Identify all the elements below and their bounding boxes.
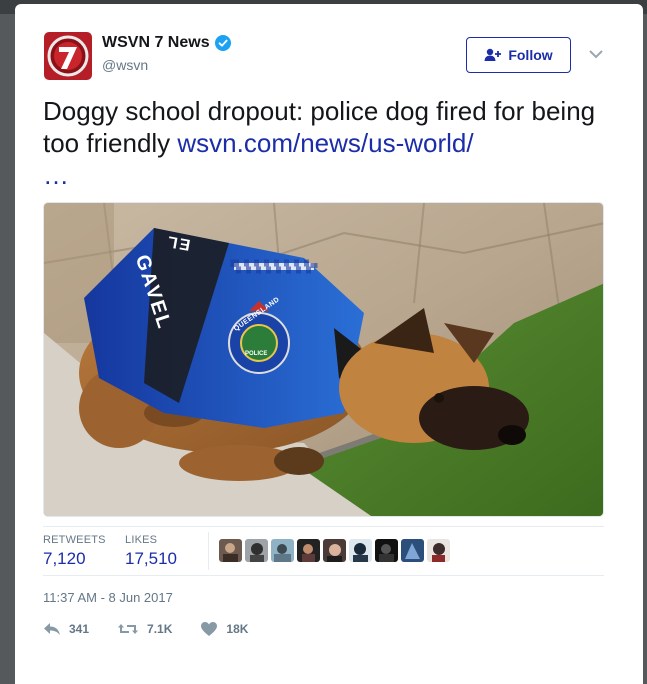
liker-avatar[interactable] [245, 539, 268, 562]
tweet-actions: 341 7.1K 18K [43, 621, 276, 637]
reply-count: 341 [69, 622, 90, 636]
account-name-row[interactable]: WSVN 7 News [102, 34, 231, 52]
follow-button[interactable]: Follow [466, 37, 571, 73]
liker-avatar[interactable] [427, 539, 450, 562]
tweet-photo[interactable]: GAVEL EL QUEENSLAND POLICE [43, 202, 604, 517]
reply-icon [44, 623, 60, 635]
liker-avatar[interactable] [297, 539, 320, 562]
add-user-icon [484, 48, 502, 61]
reply-button[interactable]: 341 [43, 622, 89, 636]
timestamp[interactable]: 11:37 AM - 8 Jun 2017 [43, 590, 173, 605]
stats-separator [208, 532, 209, 570]
liker-avatar[interactable] [271, 539, 294, 562]
divider-top [43, 526, 604, 527]
heart-icon [201, 622, 218, 636]
retweets-stat[interactable]: RETWEETS 7,120 [43, 534, 106, 569]
tweet-link[interactable]: wsvn.com/news/us-world/ [177, 128, 473, 158]
account-handle[interactable]: @wsvn [102, 57, 148, 73]
chevron-down-icon[interactable] [588, 48, 604, 60]
like-count: 18K [226, 622, 249, 636]
likes-stat[interactable]: LIKES 17,510 [125, 534, 177, 569]
divider-bottom [43, 575, 604, 576]
likes-label: LIKES [125, 534, 158, 546]
avatar[interactable] [44, 32, 92, 80]
liker-avatars [219, 539, 450, 562]
tweet-link-ellipsis[interactable]: … [43, 160, 69, 190]
like-button[interactable]: 18K [200, 621, 248, 637]
retweets-label: RETWEETS [43, 534, 106, 546]
account-name[interactable]: WSVN 7 News [102, 34, 210, 52]
retweet-count: 7.1K [147, 622, 173, 636]
liker-avatar[interactable] [375, 539, 398, 562]
likes-value: 17,510 [125, 549, 177, 568]
liker-avatar[interactable] [349, 539, 372, 562]
verified-badge-icon [214, 35, 231, 51]
tweet-text: Doggy school dropout: police dog fired f… [43, 95, 598, 191]
liker-avatar[interactable] [323, 539, 346, 562]
follow-label: Follow [508, 47, 553, 63]
retweets-value: 7,120 [43, 549, 86, 568]
liker-avatar[interactable] [219, 539, 242, 562]
retweet-button[interactable]: 7.1K [117, 622, 172, 636]
retweet-icon [118, 624, 139, 634]
badge-subtext: POLICE [245, 351, 268, 357]
liker-avatar[interactable] [401, 539, 424, 562]
